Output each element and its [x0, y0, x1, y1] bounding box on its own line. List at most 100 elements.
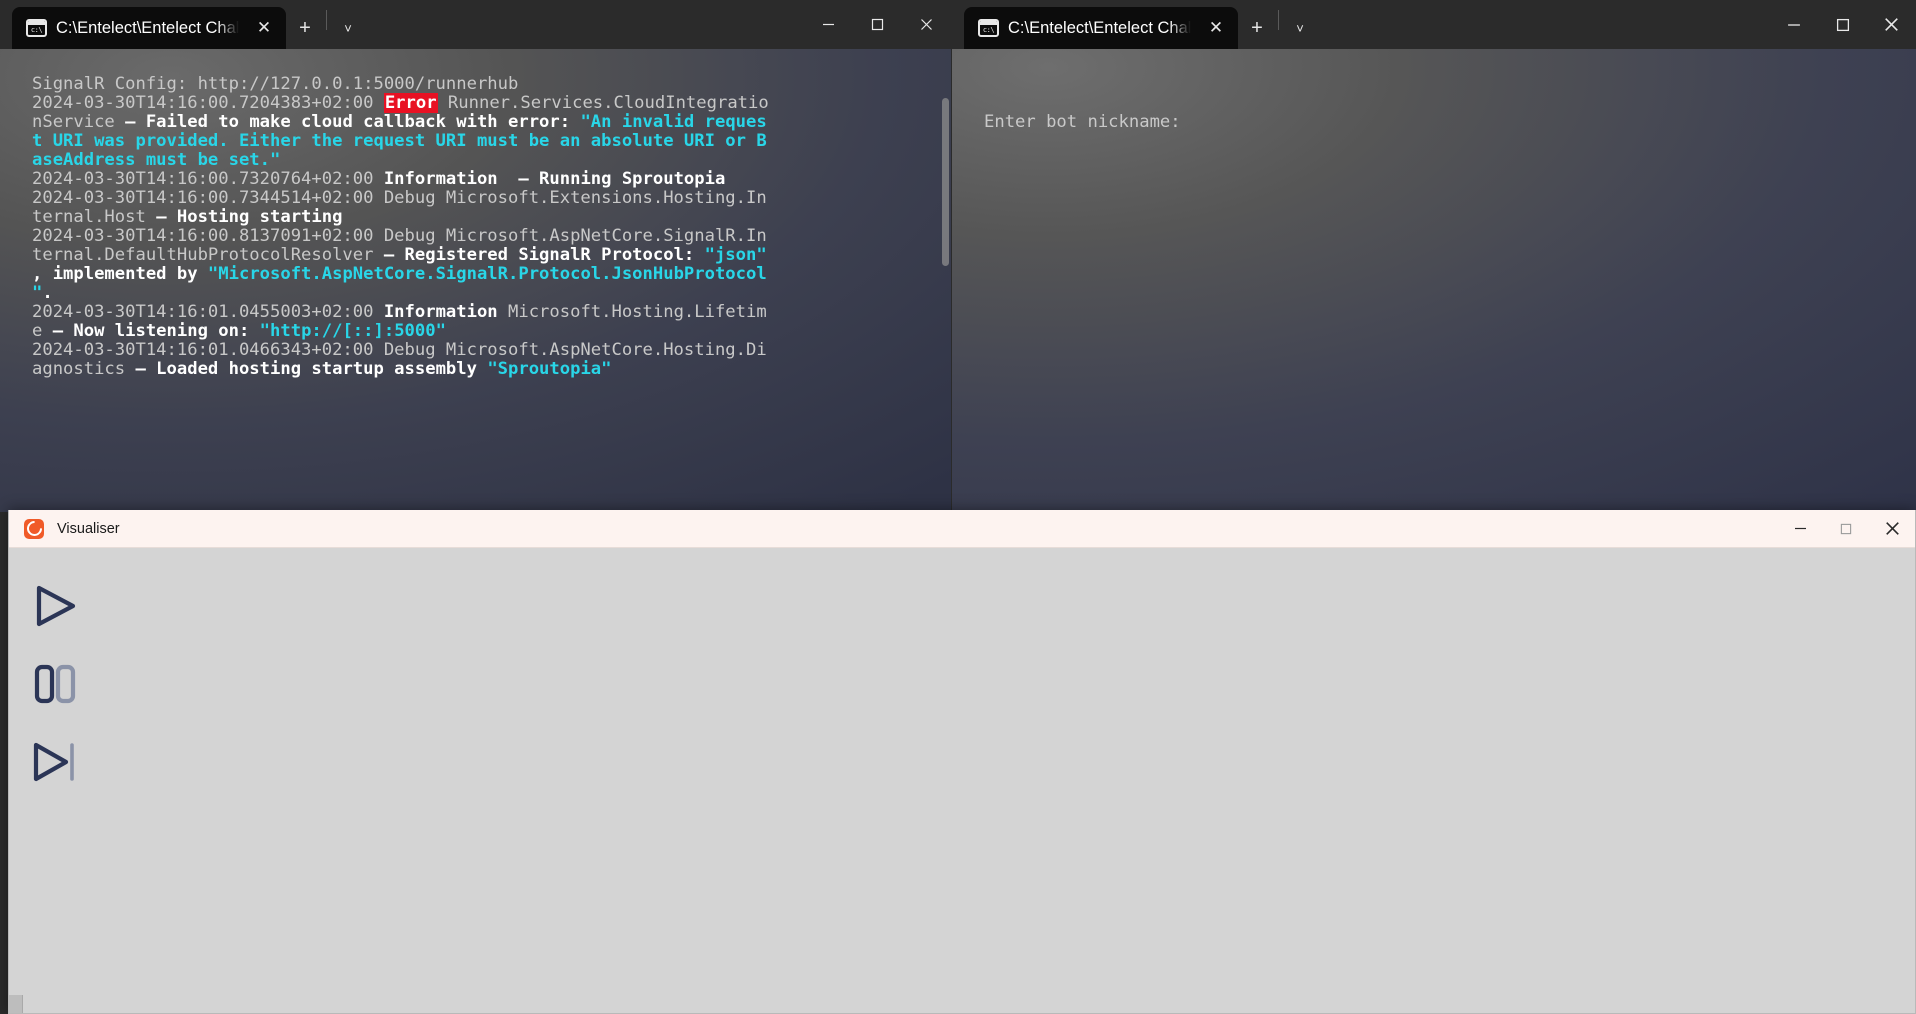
- titlebar-right: c:\ C:\Entelect\Entelect Challenge ✕ + ˅: [952, 0, 1916, 49]
- log-token: 2024-03-30T14:16:01.0455003+02:00: [32, 302, 384, 322]
- log-token: 2024-03-30T14:16:00.7204383+02:00: [32, 93, 384, 113]
- play-icon: [36, 585, 76, 627]
- log-token: "json": [704, 245, 767, 265]
- close-tab-icon[interactable]: ✕: [248, 13, 280, 43]
- log-token: — Now listening on:: [52, 321, 260, 341]
- minimize-icon[interactable]: [1769, 0, 1818, 49]
- log-token: "An invalid reques: [580, 112, 767, 132]
- terminal-window-right: c:\ C:\Entelect\Entelect Challenge ✕ + ˅: [952, 0, 1916, 512]
- terminal-log-line: ternal.DefaultHubProtocolResolver — Regi…: [32, 246, 951, 265]
- step-forward-icon: [33, 742, 74, 782]
- terminal-log-line: , implemented by "Microsoft.AspNetCore.S…: [32, 265, 951, 284]
- visualiser-window-controls: [1777, 510, 1915, 548]
- visualiser-statusbar: [9, 995, 23, 1013]
- log-token: — Running Sproutopia: [518, 169, 726, 189]
- close-icon[interactable]: [902, 0, 951, 49]
- tab-title-label: C:\Entelect\Entelect Challenge: [1008, 18, 1191, 37]
- log-token: 2024-03-30T14:16:00.7344514+02:00 Debug …: [32, 188, 767, 208]
- visualiser-window: Visualiser: [8, 510, 1916, 1014]
- log-token: Information: [383, 169, 498, 189]
- visualiser-title-label: Visualiser: [57, 520, 120, 537]
- cmd-prompt-icon: c:\: [26, 19, 47, 37]
- tab-title-label: C:\Entelect\Entelect Challenge: [56, 18, 239, 37]
- minimize-icon[interactable]: [1777, 510, 1823, 548]
- terminal-output-right[interactable]: Enter bot nickname:: [952, 49, 1916, 512]
- maximize-icon[interactable]: [1818, 0, 1867, 49]
- log-token: agnostics: [32, 359, 136, 379]
- log-token: e: [32, 321, 53, 341]
- terminal-tab-left[interactable]: c:\ C:\Entelect\Entelect Challenge ✕: [12, 7, 286, 49]
- log-token: "Sproutopia": [487, 359, 612, 379]
- terminal-log-line: aseAddress must be set.": [32, 151, 951, 170]
- step-next-button[interactable]: [23, 732, 85, 794]
- log-token: Microsoft.Hosting.Lifetim: [497, 302, 767, 322]
- log-token: Runner.Services.CloudIntegratio: [437, 93, 769, 113]
- new-tab-button[interactable]: +: [1238, 7, 1276, 49]
- terminal-tab-right[interactable]: c:\ C:\Entelect\Entelect Challenge ✕: [964, 7, 1238, 49]
- terminal-log-line: SignalR Config: http://127.0.0.1:5000/ru…: [32, 75, 951, 94]
- tabstrip-left: c:\ C:\Entelect\Entelect Challenge ✕ + ˅: [0, 0, 367, 49]
- maximize-icon[interactable]: [853, 0, 902, 49]
- close-tab-icon[interactable]: ✕: [1200, 13, 1232, 43]
- terminal-log-line: e — Now listening on: "http://[::]:5000": [32, 322, 951, 341]
- maximize-icon[interactable]: [1823, 510, 1869, 548]
- close-icon[interactable]: [1867, 0, 1916, 49]
- log-token: "http://[::]:5000": [259, 321, 446, 341]
- close-icon[interactable]: [1869, 510, 1915, 548]
- log-token: .: [42, 283, 53, 303]
- cmd-prompt-icon: c:\: [978, 19, 999, 37]
- log-token: ternal.DefaultHubProtocolResolver: [32, 245, 384, 265]
- log-token: SignalR Config: http://127.0.0.1:5000/ru…: [32, 74, 519, 94]
- terminal-log-line: 2024-03-30T14:16:01.0455003+02:00 Inform…: [32, 303, 951, 322]
- pause-button[interactable]: [23, 654, 85, 716]
- terminal-scrollbar[interactable]: [942, 98, 949, 266]
- minimize-icon[interactable]: [804, 0, 853, 49]
- pause-icon: [34, 664, 76, 704]
- visualiser-logo-icon: [24, 518, 44, 539]
- log-token: — Failed to make cloud callback with err…: [125, 112, 581, 132]
- visualiser-canvas[interactable]: [109, 548, 1915, 1013]
- window-controls-left: [804, 0, 951, 49]
- terminal-output-left[interactable]: SignalR Config: http://127.0.0.1:5000/ru…: [0, 49, 951, 512]
- log-token: 2024-03-30T14:16:01.0466343+02:00 Debug …: [32, 340, 767, 360]
- log-token: Information: [383, 302, 498, 322]
- terminal-window-left: c:\ C:\Entelect\Entelect Challenge ✕ + ˅: [0, 0, 951, 512]
- log-token: "Microsoft.AspNetCore.SignalR.Protocol.J…: [207, 264, 767, 284]
- terminal-log-line: agnostics — Loaded hosting startup assem…: [32, 360, 951, 379]
- log-token: Error: [383, 93, 438, 113]
- log-token: aseAddress must be set.": [32, 150, 281, 170]
- new-tab-button[interactable]: +: [286, 7, 324, 49]
- play-button[interactable]: [23, 576, 85, 638]
- log-token: [498, 169, 519, 189]
- log-token: — Loaded hosting startup assembly: [135, 359, 488, 379]
- bot-nickname-prompt: Enter bot nickname:: [984, 112, 1181, 132]
- chevron-down-icon[interactable]: ˅: [1281, 7, 1319, 49]
- terminal-log-line: ".: [32, 284, 951, 303]
- log-token: , implemented by: [32, 264, 208, 284]
- tabstrip-right: c:\ C:\Entelect\Entelect Challenge ✕ + ˅: [952, 0, 1319, 49]
- titlebar-left: c:\ C:\Entelect\Entelect Challenge ✕ + ˅: [0, 0, 951, 49]
- log-token: ": [32, 283, 43, 303]
- window-controls-right: [1769, 0, 1916, 49]
- log-token: 2024-03-30T14:16:00.8137091+02:00 Debug …: [32, 226, 767, 246]
- terminal-log-line: 2024-03-30T14:16:00.7204383+02:00 Error …: [32, 93, 951, 113]
- tabstrip-divider: [326, 9, 327, 30]
- visualiser-body: [9, 548, 1915, 1013]
- terminal-log-line: 2024-03-30T14:16:00.8137091+02:00 Debug …: [32, 227, 951, 246]
- log-token: ternal.Host: [32, 207, 157, 227]
- terminal-log-line: t URI was provided. Either the request U…: [32, 132, 951, 151]
- terminal-log-line: 2024-03-30T14:16:00.7320764+02:00 Inform…: [32, 170, 951, 189]
- screen: c:\ C:\Entelect\Entelect Challenge ✕ + ˅: [0, 0, 1916, 1014]
- terminal-log-line: nService — Failed to make cloud callback…: [32, 113, 951, 132]
- terminal-log-line: 2024-03-30T14:16:01.0466343+02:00 Debug …: [32, 341, 951, 360]
- terminal-log-line: 2024-03-30T14:16:00.7344514+02:00 Debug …: [32, 189, 951, 208]
- log-token: — Registered SignalR Protocol:: [383, 245, 705, 265]
- log-token: — Hosting starting: [156, 207, 343, 227]
- log-token: t URI was provided. Either the request U…: [32, 131, 767, 151]
- log-token: 2024-03-30T14:16:00.7320764+02:00: [32, 169, 384, 189]
- log-token: nService: [32, 112, 126, 132]
- visualiser-playback-controls: [9, 548, 109, 1013]
- terminal-log-line: ternal.Host — Hosting starting: [32, 208, 951, 227]
- chevron-down-icon[interactable]: ˅: [329, 7, 367, 49]
- visualiser-titlebar: Visualiser: [9, 510, 1915, 548]
